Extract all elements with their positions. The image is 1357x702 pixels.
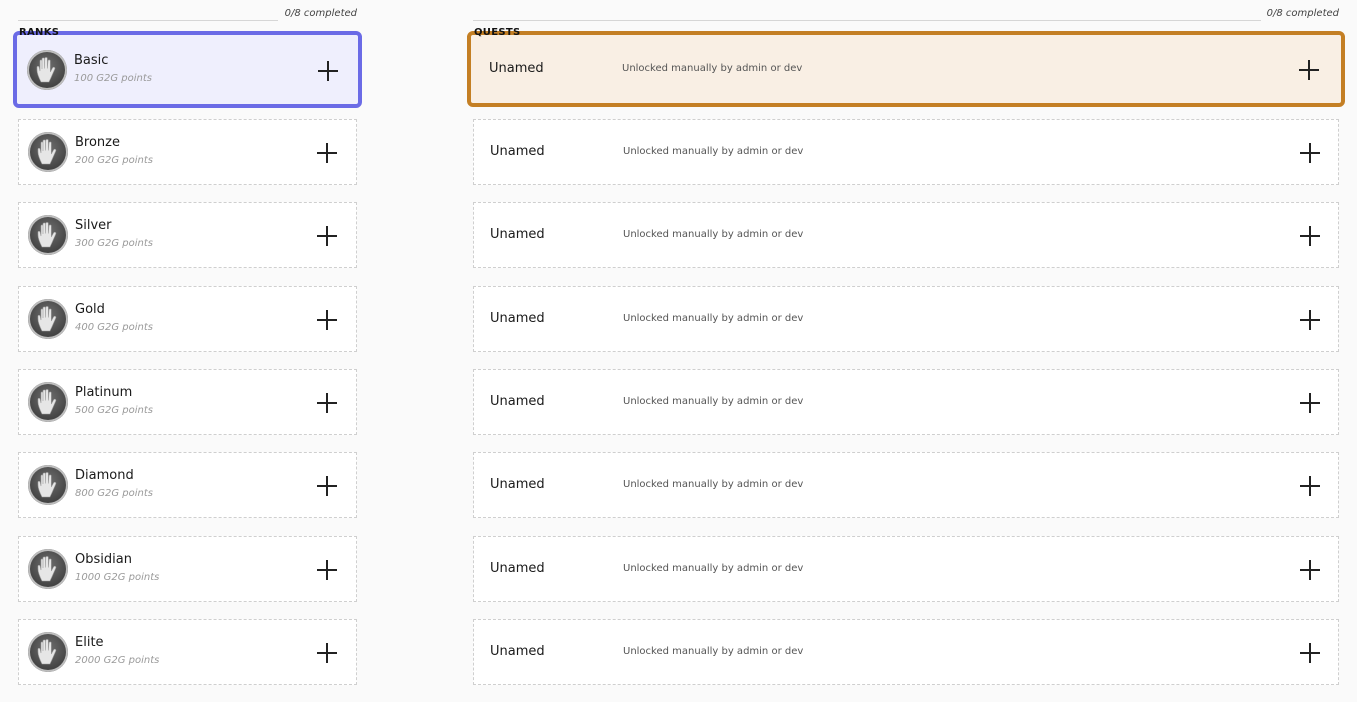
quest-card[interactable]: Unamed Unlocked manually by admin or dev <box>473 452 1339 518</box>
plus-icon[interactable] <box>318 61 338 81</box>
rank-points: 100 G2G points <box>74 73 153 84</box>
quest-description: Unlocked manually by admin or dev <box>623 563 804 574</box>
plus-icon[interactable] <box>1300 393 1320 413</box>
quest-card[interactable]: Unamed Unlocked manually by admin or dev <box>473 619 1339 685</box>
raised-hand-icon <box>28 382 68 422</box>
rank-name: Silver <box>75 218 112 233</box>
quests-header: 0/8 completed QUESTS <box>473 0 1339 38</box>
plus-icon[interactable] <box>317 310 337 330</box>
rank-points: 200 G2G points <box>75 155 154 166</box>
rank-card-diamond[interactable]: Diamond 800 G2G points <box>18 452 357 518</box>
plus-icon[interactable] <box>1300 560 1320 580</box>
plus-icon[interactable] <box>317 393 337 413</box>
rank-points: 500 G2G points <box>75 405 154 416</box>
rank-card-gold[interactable]: Gold 400 G2G points <box>18 286 357 352</box>
raised-hand-icon <box>28 132 68 172</box>
quests-progress: 0/8 completed <box>1266 8 1339 19</box>
ranks-title: RANKS <box>19 27 60 38</box>
rank-card-basic[interactable]: Basic 100 G2G points <box>13 31 362 108</box>
plus-icon[interactable] <box>317 560 337 580</box>
rank-points: 400 G2G points <box>75 322 154 333</box>
rank-card-obsidian[interactable]: Obsidian 1000 G2G points <box>18 536 357 602</box>
plus-icon[interactable] <box>317 226 337 246</box>
rank-card-silver[interactable]: Silver 300 G2G points <box>18 202 357 268</box>
quest-description: Unlocked manually by admin or dev <box>623 479 804 490</box>
quest-description: Unlocked manually by admin or dev <box>623 313 804 324</box>
quest-card[interactable]: Unamed Unlocked manually by admin or dev <box>467 31 1345 107</box>
plus-icon[interactable] <box>1300 226 1320 246</box>
plus-icon[interactable] <box>317 476 337 496</box>
rank-card-elite[interactable]: Elite 2000 G2G points <box>18 619 357 685</box>
quest-name: Unamed <box>490 477 545 492</box>
quest-name: Unamed <box>490 644 545 659</box>
raised-hand-icon <box>27 50 67 90</box>
plus-icon[interactable] <box>317 143 337 163</box>
quests-column: 0/8 completed QUESTS Unamed Unlocked manu… <box>467 0 1345 685</box>
quest-description: Unlocked manually by admin or dev <box>623 146 804 157</box>
rank-points: 300 G2G points <box>75 238 154 249</box>
rank-points: 2000 G2G points <box>75 655 160 666</box>
rank-name: Bronze <box>75 135 120 150</box>
quest-card[interactable]: Unamed Unlocked manually by admin or dev <box>473 286 1339 352</box>
ranks-header: 0/8 completed RANKS <box>18 0 357 38</box>
ranks-progress: 0/8 completed <box>284 8 357 19</box>
rank-name: Platinum <box>75 385 133 400</box>
plus-icon[interactable] <box>1300 310 1320 330</box>
quest-description: Unlocked manually by admin or dev <box>623 396 804 407</box>
plus-icon[interactable] <box>1300 643 1320 663</box>
quest-card[interactable]: Unamed Unlocked manually by admin or dev <box>473 536 1339 602</box>
raised-hand-icon <box>28 465 68 505</box>
quest-name: Unamed <box>490 311 545 326</box>
rank-name: Obsidian <box>75 552 132 567</box>
rank-name: Diamond <box>75 468 134 483</box>
rank-points: 1000 G2G points <box>75 572 160 583</box>
quest-description: Unlocked manually by admin or dev <box>622 63 803 74</box>
rank-card-platinum[interactable]: Platinum 500 G2G points <box>18 369 357 435</box>
quest-name: Unamed <box>490 144 545 159</box>
plus-icon[interactable] <box>1300 143 1320 163</box>
quest-name: Unamed <box>490 561 545 576</box>
quest-name: Unamed <box>490 394 545 409</box>
quest-card[interactable]: Unamed Unlocked manually by admin or dev <box>473 369 1339 435</box>
raised-hand-icon <box>28 632 68 672</box>
rank-points: 800 G2G points <box>75 488 154 499</box>
raised-hand-icon <box>28 215 68 255</box>
quest-card[interactable]: Unamed Unlocked manually by admin or dev <box>473 202 1339 268</box>
rank-name: Gold <box>75 302 105 317</box>
rank-card-bronze[interactable]: Bronze 200 G2G points <box>18 119 357 185</box>
quest-card[interactable]: Unamed Unlocked manually by admin or dev <box>473 119 1339 185</box>
quest-name: Unamed <box>490 227 545 242</box>
plus-icon[interactable] <box>1300 476 1320 496</box>
quest-description: Unlocked manually by admin or dev <box>623 646 804 657</box>
quest-name: Unamed <box>489 61 544 76</box>
quest-description: Unlocked manually by admin or dev <box>623 229 804 240</box>
plus-icon[interactable] <box>1299 60 1319 80</box>
rank-name: Elite <box>75 635 104 650</box>
ranks-header-divider <box>18 20 278 21</box>
raised-hand-icon <box>28 299 68 339</box>
quests-header-divider <box>473 20 1261 21</box>
quests-title: QUESTS <box>474 27 521 38</box>
ranks-column: 0/8 completed RANKS Basic 100 G2G points B… <box>13 0 362 685</box>
rank-name: Basic <box>74 53 109 68</box>
plus-icon[interactable] <box>317 643 337 663</box>
raised-hand-icon <box>28 549 68 589</box>
